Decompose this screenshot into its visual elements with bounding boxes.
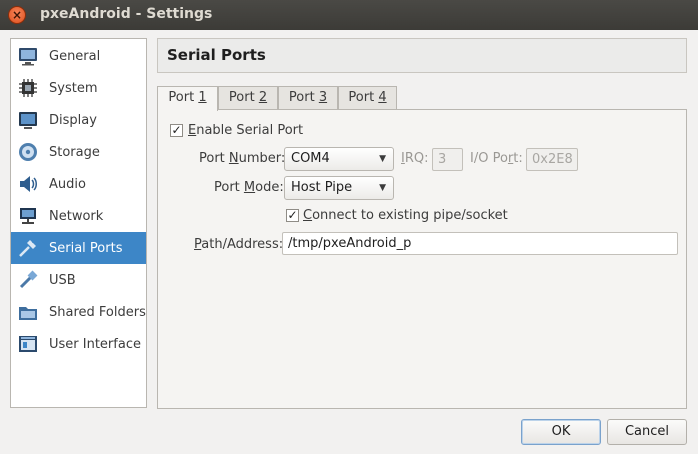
sidebar-item-shared-folders[interactable]: Shared Folders: [11, 296, 146, 328]
ok-button[interactable]: OK: [521, 419, 601, 445]
shared-folder-icon: [19, 307, 37, 320]
tab-port-3[interactable]: Port 3: [278, 86, 338, 110]
serial-port-icon: [19, 240, 36, 257]
page-title: Serial Ports: [167, 46, 266, 64]
label-text: Port: [199, 151, 229, 166]
tab-label-mnemonic: 3: [318, 90, 328, 105]
usb-icon: [19, 270, 38, 289]
sidebar-item-usb[interactable]: USB: [11, 264, 146, 296]
sidebar-item-label: User Interface: [49, 336, 141, 352]
sidebar-item-label: Display: [49, 112, 97, 128]
sidebar-item-label: Audio: [49, 176, 86, 192]
port-mode-label: Port Mode:: [214, 180, 284, 195]
label-mnemonic: C: [303, 208, 313, 223]
monitor-icon: [19, 48, 37, 66]
chevron-down-icon: ▼: [379, 154, 386, 164]
chip-icon: [19, 79, 37, 97]
display-icon: [19, 112, 37, 129]
label-text: ode:: [255, 180, 284, 195]
sidebar-item-system[interactable]: System: [11, 72, 146, 104]
sidebar-item-serial-ports[interactable]: Serial Ports: [11, 232, 146, 264]
sidebar-item-label: General: [49, 48, 101, 64]
storage-icon: [19, 143, 37, 161]
label-text: I/O Po: [470, 151, 508, 166]
label-text: onnect to existing pipe/socket: [312, 208, 508, 223]
tab-panel: ✓ Enable Serial Port Port Number: COM4 ▼…: [157, 109, 687, 409]
label-mnemonic: E: [188, 123, 197, 138]
sidebar-item-network[interactable]: Network: [11, 200, 146, 232]
enable-serial-port-checkbox[interactable]: ✓: [170, 124, 183, 137]
select-value: COM4: [291, 151, 330, 166]
close-button[interactable]: ×: [8, 6, 26, 24]
tab-label: Port: [168, 90, 199, 105]
irq-field[interactable]: 3: [432, 148, 463, 171]
io-port-field[interactable]: 0x2E8: [526, 148, 578, 171]
sidebar-item-audio[interactable]: Audio: [11, 168, 146, 200]
tab-label: Port: [348, 90, 379, 105]
path-address-input[interactable]: /tmp/pxeAndroid_p: [282, 232, 678, 255]
sidebar-item-label: Shared Folders: [49, 304, 146, 320]
tab-port-4[interactable]: Port 4: [338, 86, 397, 110]
tab-port-2[interactable]: Port 2: [218, 86, 278, 110]
audio-icon: [20, 176, 37, 192]
sidebar-item-user-interface[interactable]: User Interface: [11, 328, 146, 360]
tab-label-mnemonic: 1: [198, 90, 207, 105]
sidebar-item-label: Network: [49, 208, 104, 224]
port-mode-select[interactable]: Host Pipe ▼: [284, 176, 394, 200]
field-value: 3: [438, 152, 447, 167]
label-text: ath/Address:: [201, 237, 284, 252]
tab-port-1[interactable]: Port 1: [157, 86, 218, 111]
window-title: pxeAndroid - Settings: [40, 6, 213, 22]
connect-existing-label[interactable]: Connect to existing pipe/socket: [303, 208, 508, 223]
network-icon: [20, 208, 36, 224]
sidebar-item-label: Storage: [49, 144, 100, 160]
page-title-box: Serial Ports: [157, 38, 687, 73]
port-number-label: Port Number:: [199, 151, 285, 166]
path-address-label: Path/Address:: [194, 237, 283, 252]
label-mnemonic: N: [228, 151, 239, 166]
sidebar-item-storage[interactable]: Storage: [11, 136, 146, 168]
port-number-select[interactable]: COM4 ▼: [284, 147, 394, 171]
sidebar-item-label: System: [49, 80, 98, 96]
sidebar-item-label: USB: [49, 272, 76, 288]
select-value: Host Pipe: [291, 180, 353, 195]
cancel-button[interactable]: Cancel: [607, 419, 687, 445]
irq-label: IRQ:: [401, 151, 429, 166]
label-text: t:: [513, 151, 523, 166]
label-mnemonic: M: [243, 180, 256, 195]
label-text: umber:: [238, 151, 286, 166]
field-value: 0x2E8: [532, 152, 573, 167]
connect-existing-checkbox[interactable]: ✓: [286, 209, 299, 222]
chevron-down-icon: ▼: [379, 183, 386, 193]
label-text: nable Serial Port: [196, 123, 304, 138]
title-bar: × pxeAndroid - Settings: [0, 0, 698, 30]
sidebar-item-label: Serial Ports: [49, 240, 123, 256]
label-text: Port: [214, 180, 244, 195]
sidebar-item-display[interactable]: Display: [11, 104, 146, 136]
io-port-label: I/O Port:: [470, 151, 523, 166]
tab-label: Port: [288, 90, 319, 105]
sidebar-item-general[interactable]: General: [11, 40, 146, 72]
user-interface-icon: [19, 336, 37, 352]
label-text: RQ:: [404, 151, 429, 166]
field-value: /tmp/pxeAndroid_p: [288, 236, 412, 251]
settings-sidebar: General System Display Storage Audio Net…: [10, 38, 147, 408]
tab-label-mnemonic: 2: [258, 90, 268, 105]
tab-label-mnemonic: 4: [378, 90, 387, 105]
enable-serial-port-label[interactable]: Enable Serial Port: [188, 123, 303, 138]
tab-label: Port: [228, 90, 259, 105]
